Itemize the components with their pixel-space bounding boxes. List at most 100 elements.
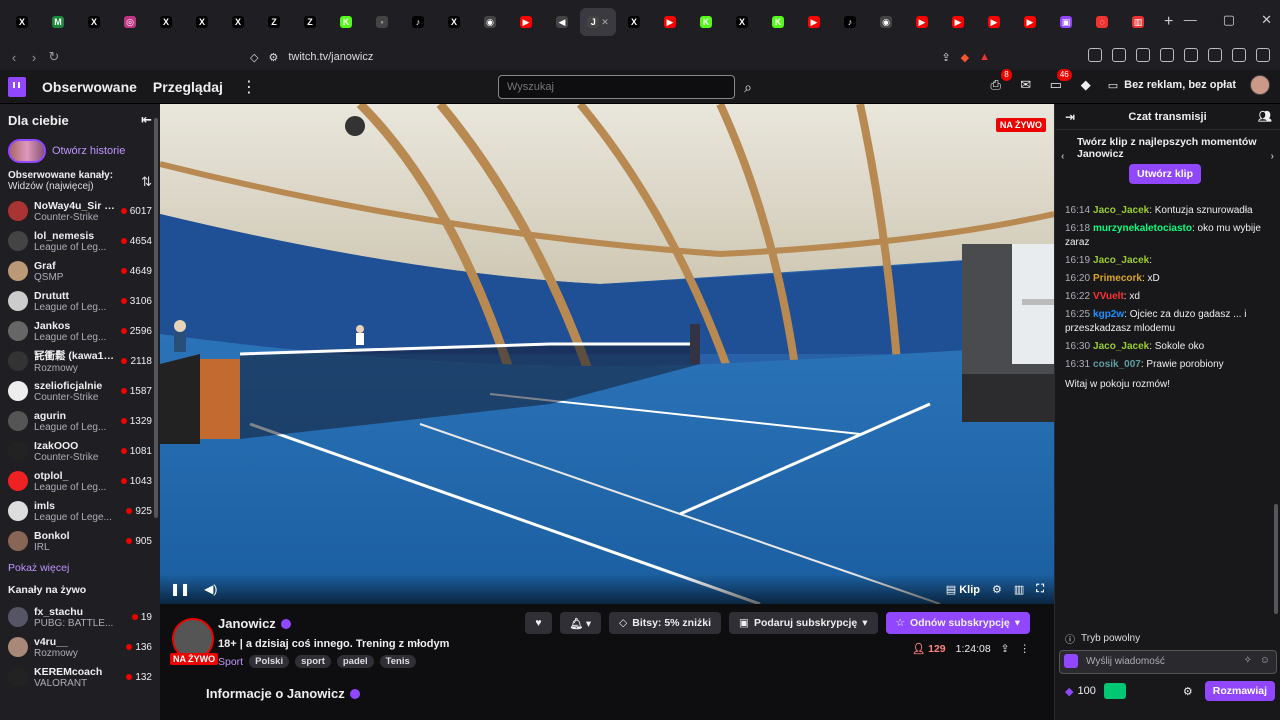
menu-icon[interactable] <box>1256 48 1270 62</box>
browser-tab[interactable]: X <box>220 8 256 36</box>
back-icon[interactable]: ‹ <box>4 50 24 65</box>
clip-button[interactable]: ▤ Klip <box>946 583 980 596</box>
new-tab-button[interactable]: + <box>1164 13 1173 31</box>
tag-chip[interactable]: Polski <box>249 655 290 668</box>
brave-shield-icon[interactable]: ◆ <box>961 51 969 64</box>
category-link[interactable]: Sport <box>218 656 243 668</box>
extension-icon[interactable] <box>1160 48 1174 62</box>
close-icon[interactable]: ✕ <box>1261 12 1272 28</box>
turbo-button[interactable]: ▭ Bez reklam, bez opłat <box>1108 79 1236 92</box>
browser-tab[interactable]: ◉ <box>472 8 508 36</box>
search-icon[interactable]: ⌕ <box>737 75 759 99</box>
sidebar-channel-item[interactable]: Jankos League of Leg... 2596 <box>0 316 160 346</box>
browser-tab[interactable]: ▶ <box>940 8 976 36</box>
pause-icon[interactable]: ❚❚ <box>170 582 190 596</box>
sidebar-channel-item[interactable]: v4ru__ Rozmowy 136 <box>0 632 160 662</box>
extension-icon[interactable] <box>1136 48 1150 62</box>
browser-tab[interactable]: ◌ <box>1084 8 1120 36</box>
sidebar-channel-item[interactable]: lol_nemesis League of Leg... 4654 <box>0 226 160 256</box>
gift-sub-button[interactable]: ▣ Podaruj subskrypcję ▾ <box>729 612 878 634</box>
bits-button[interactable]: ◇ Bitsy: 5% zniżki <box>609 612 722 634</box>
settings-icon[interactable]: ⚙ <box>992 583 1002 596</box>
twitch-logo-icon[interactable] <box>8 76 26 97</box>
url-field[interactable]: ◇ ⚙ twitch.tv/janowicz ⇪ ◆ ▲ <box>250 44 990 70</box>
sidebar-channel-item[interactable]: agurin League of Leg... 1329 <box>0 406 160 436</box>
maximize-icon[interactable]: ▢ <box>1223 12 1235 28</box>
nav-browse[interactable]: Przeglądaj <box>153 79 223 95</box>
sidebar-channel-item[interactable]: KEREMcoach VALORANT 132 <box>0 662 160 692</box>
sidebar-channel-item[interactable]: IzakOOO Counter-Strike 1081 <box>0 436 160 466</box>
message-username[interactable]: cosik_007 <box>1093 359 1141 370</box>
browser-tab[interactable]: ▶ <box>508 8 544 36</box>
extension-icon[interactable] <box>1088 48 1102 62</box>
notification-bell-button[interactable]: 🔔︎ ▾ <box>559 612 602 634</box>
notifications-icon[interactable]: ▭ 46 <box>1048 69 1072 93</box>
browser-tab[interactable]: X <box>436 8 472 36</box>
browser-tab[interactable]: ◉ <box>868 8 904 36</box>
close-tab-icon[interactable]: ✕ <box>601 17 609 28</box>
browser-tab[interactable]: ▶ <box>1012 8 1048 36</box>
sidebar-icon[interactable] <box>1184 48 1198 62</box>
whispers-icon[interactable]: ✉ <box>1018 77 1034 93</box>
sidebar-scrollbar[interactable] <box>154 118 158 518</box>
message-username[interactable]: Jaco_Jacek <box>1093 255 1149 266</box>
browser-tab[interactable]: ▶ <box>796 8 832 36</box>
browser-tab[interactable]: ◎ <box>112 8 148 36</box>
browser-tab[interactable]: K <box>760 8 796 36</box>
sort-icon[interactable]: ⇅ <box>141 174 152 192</box>
drops-icon[interactable]: ⎙ 8 <box>988 69 1012 93</box>
followed-sort[interactable]: Obserwowane kanały: Widzów (najwięcej) ⇅ <box>0 166 160 196</box>
browser-tab[interactable]: ◀ <box>544 8 580 36</box>
site-info-icon[interactable]: ⚙ <box>268 51 278 64</box>
browser-tab[interactable]: ♪ <box>832 8 868 36</box>
points-bonus-icon[interactable] <box>1103 683 1126 699</box>
tag-chip[interactable]: sport <box>295 655 331 668</box>
message-username[interactable]: Jaco_Jacek <box>1093 341 1149 352</box>
message-username[interactable]: kgp2w <box>1093 309 1124 320</box>
chat-scrollbar[interactable] <box>1274 504 1278 614</box>
url-text[interactable]: twitch.tv/janowicz <box>288 51 373 63</box>
sidebar-channel-item[interactable]: Bonkol IRL 905 <box>0 526 160 556</box>
browser-tab[interactable]: X <box>148 8 184 36</box>
more-menu-icon[interactable]: ⋮ <box>241 77 257 97</box>
chat-input[interactable]: Wyślij wiadomość ✧ ☺ <box>1059 650 1277 674</box>
theatre-mode-icon[interactable]: ▥ <box>1014 583 1024 596</box>
chevron-left-icon[interactable]: ‹ <box>1061 150 1065 162</box>
extension-icon[interactable] <box>1112 48 1126 62</box>
more-options-icon[interactable]: ⋮ <box>1020 643 1031 655</box>
sidebar-channel-item[interactable]: otplol_ League of Leg... 1043 <box>0 466 160 496</box>
chat-settings-icon[interactable]: ⚙ <box>1183 685 1193 698</box>
rewards-icon[interactable]: ▲ <box>979 51 990 63</box>
browser-tab[interactable]: ▣ <box>1048 8 1084 36</box>
volume-icon[interactable]: ◀) <box>204 582 217 596</box>
browser-tab[interactable]: X <box>76 8 112 36</box>
collapse-icon[interactable]: ⇤ <box>141 112 152 128</box>
message-username[interactable]: VVuelt <box>1093 291 1124 302</box>
browser-tab[interactable]: K <box>328 8 364 36</box>
collapse-chat-icon[interactable]: ⇥ <box>1065 110 1075 124</box>
chevron-right-icon[interactable]: › <box>1271 150 1275 162</box>
browser-tab[interactable]: X <box>616 8 652 36</box>
browser-tab[interactable]: ▥ <box>1120 8 1156 36</box>
emote-picker-icon[interactable]: ☺ <box>1260 655 1270 666</box>
message-username[interactable]: murzynekaletociasto <box>1093 223 1192 234</box>
share-icon[interactable]: ⇪ <box>1001 643 1010 655</box>
tag-chip[interactable]: padel <box>336 655 374 668</box>
channel-name[interactable]: Janowicz <box>218 616 276 631</box>
chat-send-button[interactable]: Rozmawiaj <box>1204 681 1275 701</box>
bookmark-icon[interactable]: ◇ <box>250 51 258 64</box>
browser-tab[interactable]: M <box>40 8 76 36</box>
browser-tab[interactable]: ▶ <box>976 8 1012 36</box>
browser-tab[interactable]: X <box>724 8 760 36</box>
sidebar-channel-item[interactable]: Graf QSMP 4649 <box>0 256 160 286</box>
bits-icon[interactable]: ◆ <box>1078 77 1094 93</box>
resubscribe-button[interactable]: ☆ Odnów subskrypcję ▾ <box>885 612 1030 634</box>
nav-following[interactable]: Obserwowane <box>42 79 137 95</box>
stories-button[interactable]: Otwórz historie <box>0 136 160 166</box>
browser-tab[interactable]: ◦ <box>364 8 400 36</box>
video-player[interactable]: NA ŻYWO ❚❚ ◀) ▤ Klip ⚙ ▥ ⛶ <box>160 104 1054 604</box>
minimize-icon[interactable]: — <box>1184 12 1197 28</box>
sidebar-channel-item[interactable]: imls League of Lege... 925 <box>0 496 160 526</box>
forward-icon[interactable]: › <box>24 50 44 65</box>
sidebar-channel-item[interactable]: 㓃衝鬆 (kawa1s... Rozmowy 2118 <box>0 346 160 376</box>
